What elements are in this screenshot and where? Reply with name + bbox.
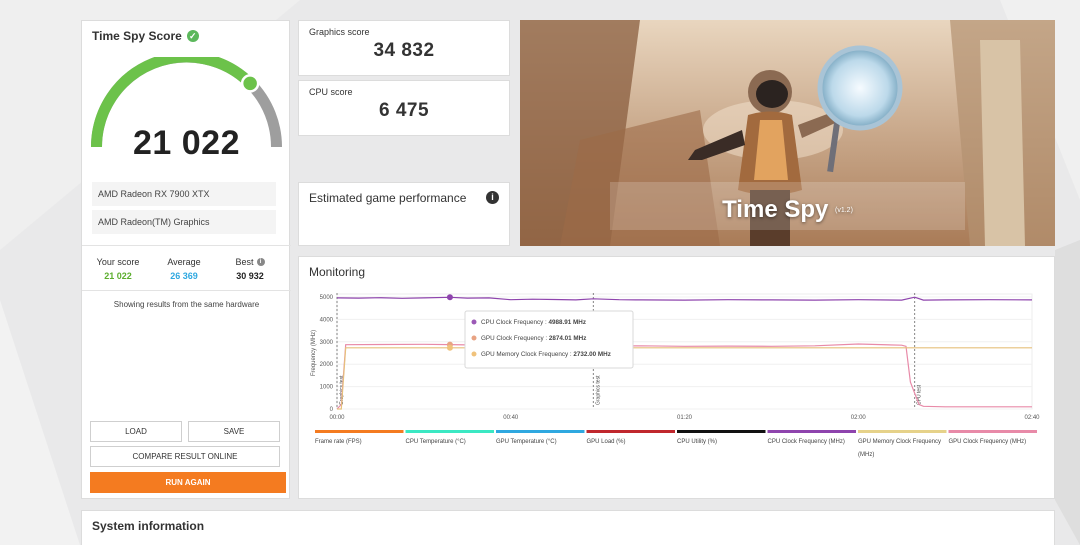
graphics-score-value: 34 832 — [373, 40, 435, 61]
score-gauge — [91, 57, 282, 148]
tooltip-dot — [471, 319, 477, 325]
series-line — [337, 347, 1032, 410]
hover-point — [446, 294, 453, 301]
estimated-game-performance-card[interactable]: Estimated game performance i — [298, 182, 510, 246]
tooltip-label: CPU Clock Frequency : 4988.91 MHz — [481, 319, 586, 326]
your-score: Your score 21 022 — [96, 257, 140, 281]
graphics-score-label: Graphics score — [309, 27, 370, 37]
same-hardware-note: Showing results from the same hardware — [113, 300, 260, 309]
x-tick-label: 02:00 — [851, 415, 867, 421]
plot-area — [336, 293, 1033, 410]
tooltip-value: 2732.00 MHz — [573, 351, 610, 358]
legend-swatch[interactable] — [948, 430, 1038, 433]
tooltip-dot — [471, 351, 477, 357]
tooltip-label: GPU Clock Frequency : 2874.01 MHz — [481, 335, 586, 342]
x-tick-label: 02:40 — [1024, 415, 1040, 421]
score-title: Time Spy Score ✓ — [92, 29, 199, 43]
legend-swatch[interactable] — [315, 430, 404, 433]
series-line — [336, 343, 1032, 410]
legend-label: Frame rate (FPS) — [315, 439, 362, 445]
legend-label: CPU Temperature (°C) — [406, 439, 466, 445]
test-marker-label: Graphics test — [595, 375, 601, 405]
system-information-title: System information — [92, 519, 205, 533]
legend-swatch[interactable] — [677, 430, 766, 433]
legend-label: GPU Temperature (°C) — [496, 439, 557, 445]
load-button[interactable]: LOAD — [90, 421, 182, 442]
x-tick-label: 00:40 — [503, 415, 519, 421]
x-tick-label: 01:20 — [677, 415, 693, 421]
legend-label: GPU Clock Frequency (MHz) — [949, 439, 1027, 445]
tooltip-label: GPU Memory Clock Frequency : 2732.00 MHz — [481, 351, 611, 358]
check-icon: ✓ — [186, 30, 199, 42]
y-tick-label: 5000 — [320, 295, 334, 301]
cpu-score-value: 6 475 — [378, 100, 430, 121]
cpu-score-card: CPU score 6 475 — [298, 80, 510, 136]
y-tick-label: 4000 — [320, 317, 334, 323]
info-icon[interactable]: i — [486, 191, 499, 204]
hover-point — [446, 344, 453, 351]
monitoring-chart[interactable]: 0 1000 2000 3000 4000 5000 00:00 00:40 01:20 02:0… — [299, 257, 1056, 500]
legend-swatch[interactable] — [586, 430, 676, 433]
run-again-button[interactable]: RUN AGAIN — [90, 472, 286, 493]
cpu-score-label: CPU score — [309, 87, 353, 97]
hero-title: Time Spy (v1.2) — [722, 196, 853, 223]
series-line — [336, 296, 1033, 301]
divider — [82, 245, 291, 246]
legend-swatch[interactable] — [496, 430, 585, 433]
graphics-score-card: Graphics score 34 832 — [298, 20, 510, 76]
y-tick-label: 2000 — [320, 362, 334, 368]
y-axis-label: Frequency (MHz) — [311, 330, 317, 376]
y-tick-label: 1000 — [320, 385, 334, 391]
compare-online-button[interactable]: COMPARE RESULT ONLINE — [90, 446, 280, 467]
tooltip-dot — [471, 335, 477, 341]
system-information-card: System information — [81, 510, 1055, 545]
estimated-game-performance-title: Estimated game performance — [309, 191, 467, 205]
y-tick-label: 0 — [330, 407, 334, 413]
save-button[interactable]: SAVE — [188, 421, 280, 442]
legend-label: GPU Memory Clock Frequency — [858, 439, 941, 445]
score-card: Time Spy Score ✓ 21 022 AMD Radeon RX 79… — [81, 20, 291, 499]
legend-label: (MHz) — [858, 452, 874, 458]
info-icon[interactable]: i — [256, 258, 265, 266]
main-score: 21 022 — [133, 124, 240, 162]
hardware-gpu: AMD Radeon RX 7900 XTX — [92, 182, 276, 206]
legend-label: CPU Clock Frequency (MHz) — [768, 439, 845, 445]
legend-swatch[interactable] — [405, 430, 495, 433]
x-tick-label: 00:00 — [329, 415, 345, 421]
best-score: Best i 30 932 — [235, 257, 265, 281]
y-tick-label: 3000 — [320, 340, 334, 346]
benchmark-hero-image: Time Spy (v1.2) — [520, 20, 1055, 246]
legend-swatch[interactable] — [858, 430, 947, 433]
hardware-igpu: AMD Radeon(TM) Graphics — [92, 210, 276, 234]
legend-label: GPU Load (%) — [587, 439, 626, 445]
legend-swatch[interactable] — [767, 430, 857, 433]
legend-label: CPU Utility (%) — [677, 439, 717, 445]
tooltip-value: 2874.01 MHz — [549, 335, 586, 342]
divider — [82, 290, 291, 291]
tooltip-value: 4988.91 MHz — [549, 319, 586, 326]
gauge-knob — [240, 74, 260, 93]
average-score: Average 26 369 — [167, 257, 201, 281]
monitoring-card: Monitoring 0 1000 2000 3000 4000 5000 00:00 00:… — [298, 256, 1055, 499]
